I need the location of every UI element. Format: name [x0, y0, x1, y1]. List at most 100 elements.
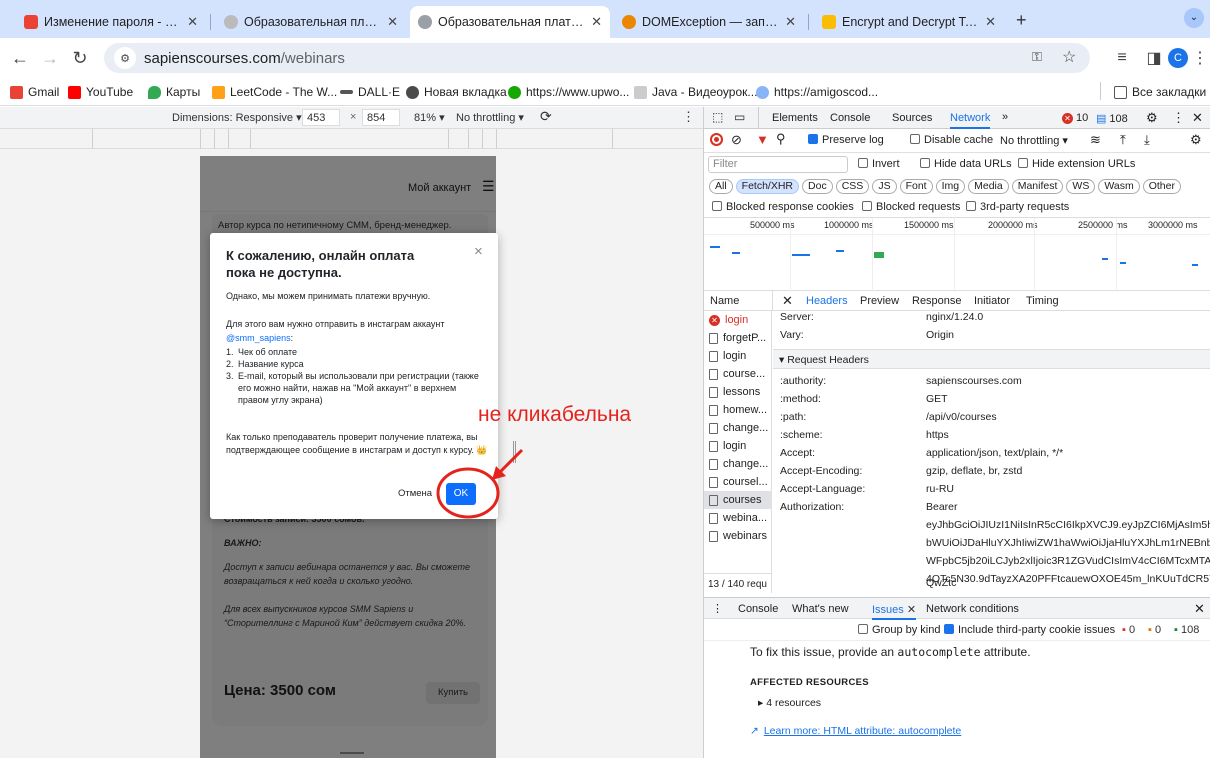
more-tabs-icon[interactable]: »: [1002, 111, 1008, 123]
inspect-element-icon[interactable]: ⬚: [712, 110, 723, 124]
bookmark-java[interactable]: Java - Видеоурок...: [634, 83, 757, 101]
blocked-requests-checkbox[interactable]: Blocked requests: [862, 201, 960, 213]
detail-tab-preview[interactable]: Preview: [860, 295, 899, 307]
side-panel-icon[interactable]: ◨: [1142, 46, 1166, 70]
close-tab-icon[interactable]: ✕: [591, 14, 602, 30]
device-width-input[interactable]: 453: [302, 109, 340, 126]
close-issues-icon[interactable]: ✕: [907, 604, 916, 616]
blocked-cookies-checkbox[interactable]: Blocked response cookies: [712, 201, 854, 213]
detail-tab-headers[interactable]: Headers: [806, 295, 848, 307]
bookmark-upwork[interactable]: https://www.upwo...: [508, 83, 629, 101]
detail-tab-timing[interactable]: Timing: [1026, 295, 1059, 307]
profile-avatar[interactable]: C: [1168, 48, 1188, 68]
bookmark-star-icon[interactable]: ☆: [1062, 47, 1076, 67]
all-bookmarks-folder[interactable]: Все закладки: [1114, 83, 1206, 101]
bookmark-youtube[interactable]: YouTube: [68, 83, 133, 101]
reload-icon[interactable]: ↻: [68, 46, 92, 70]
filter-css[interactable]: CSS: [835, 179, 870, 194]
filter-input[interactable]: Filter: [708, 156, 848, 173]
back-arrow-icon[interactable]: ←: [8, 46, 32, 70]
media-controls-icon[interactable]: ≡: [1110, 46, 1134, 70]
include-third-party-checkbox[interactable]: Include third-party cookie issues: [944, 624, 1115, 636]
tab-search-chevron-icon[interactable]: ⌄: [1184, 8, 1204, 28]
devtools-close-icon[interactable]: ✕: [1192, 110, 1203, 126]
tab-network[interactable]: Network: [950, 112, 991, 129]
filter-media[interactable]: Media: [968, 179, 1009, 194]
group-by-kind-checkbox[interactable]: Group by kind: [858, 624, 940, 636]
search-icon[interactable]: ⚲: [776, 131, 786, 147]
instagram-link[interactable]: @smm_sapiens: [226, 333, 291, 343]
preserve-log-checkbox[interactable]: Preserve log: [808, 134, 884, 146]
filter-all[interactable]: All: [709, 179, 733, 194]
close-details-icon[interactable]: ✕: [782, 293, 793, 309]
close-tab-icon[interactable]: ✕: [187, 14, 198, 30]
close-tab-icon[interactable]: ✕: [387, 14, 398, 30]
browser-tab-3-active[interactable]: Образовательная платформа ✕: [410, 6, 610, 38]
filter-js[interactable]: JS: [872, 179, 897, 194]
drawer-tab-whats-new[interactable]: What's new: [792, 603, 849, 615]
close-tab-icon[interactable]: ✕: [985, 14, 996, 30]
filter-manifest[interactable]: Manifest: [1011, 179, 1064, 194]
hide-data-urls-checkbox[interactable]: Hide data URLs: [920, 158, 1012, 170]
learn-more-link[interactable]: ↗ Learn more: HTML attribute: autocomplet…: [750, 725, 961, 737]
kebab-menu-icon[interactable]: ⋮: [1188, 46, 1210, 70]
device-toggle-icon[interactable]: ▭: [734, 110, 745, 124]
rotate-icon[interactable]: ⟳: [540, 108, 552, 125]
filter-other[interactable]: Other: [1142, 179, 1181, 194]
drawer-menu-icon[interactable]: ⋮: [712, 602, 723, 615]
filter-wasm[interactable]: Wasm: [1098, 179, 1140, 194]
tab-sources[interactable]: Sources: [892, 112, 932, 124]
clear-icon[interactable]: ⊘: [731, 132, 742, 148]
settings-gear-icon[interactable]: ⚙: [1146, 110, 1158, 126]
network-settings-icon[interactable]: ⚙: [1190, 132, 1202, 148]
modal-close-icon[interactable]: ×: [474, 243, 483, 260]
filter-doc[interactable]: Doc: [802, 179, 833, 194]
devtools-menu-icon[interactable]: ⋮: [1172, 110, 1185, 126]
bookmark-new-tab[interactable]: Новая вкладка: [406, 83, 507, 101]
request-headers-section[interactable]: ▾ Request Headers: [773, 349, 1210, 369]
address-bar[interactable]: ⚙ sapienscourses.com/webinars ⚿ ☆: [104, 43, 1090, 73]
message-count[interactable]: ▤ 108: [1096, 112, 1128, 126]
password-key-icon[interactable]: ⚿: [1032, 49, 1042, 65]
bookmark-leetcode[interactable]: LeetCode - The W...: [212, 83, 337, 101]
filter-ws[interactable]: WS: [1066, 179, 1096, 194]
close-tab-icon[interactable]: ✕: [785, 14, 796, 30]
filter-fetch-xhr[interactable]: Fetch/XHR: [735, 179, 800, 194]
device-more-icon[interactable]: ⋮: [682, 109, 695, 125]
dimensions-select[interactable]: Dimensions: Responsive ▾: [172, 111, 302, 124]
filter-font[interactable]: Font: [899, 179, 933, 194]
third-party-checkbox[interactable]: 3rd-party requests: [966, 201, 1069, 213]
throttle-select[interactable]: No throttling ▾: [456, 111, 524, 124]
filter-funnel-icon[interactable]: ▼: [756, 132, 769, 147]
error-count[interactable]: ✕ 10: [1062, 112, 1088, 124]
tab-elements[interactable]: Elements: [772, 112, 818, 124]
drawer-tab-console[interactable]: Console: [738, 603, 778, 615]
drawer-tab-network-conditions[interactable]: Network conditions: [926, 603, 1019, 615]
device-height-input[interactable]: 854: [362, 109, 400, 126]
drawer-tab-issues[interactable]: Issues ✕: [872, 603, 917, 620]
resources-toggle[interactable]: ▸ 4 resources: [758, 697, 821, 709]
hide-ext-urls-checkbox[interactable]: Hide extension URLs: [1018, 158, 1135, 170]
bookmark-amigoscode[interactable]: https://amigoscod...: [756, 83, 878, 101]
browser-tab-4[interactable]: DOMException — запрос play() ✕: [614, 6, 804, 38]
browser-tab-2[interactable]: Образовательная платформа ✕: [216, 6, 406, 38]
detail-tab-initiator[interactable]: Initiator: [974, 295, 1010, 307]
network-conditions-icon[interactable]: ≋: [1090, 132, 1101, 148]
bookmark-dalle[interactable]: DALL·E: [340, 83, 400, 101]
disable-cache-checkbox[interactable]: Disable cache: [910, 134, 993, 146]
browser-tab-1[interactable]: Изменение пароля - chynara ✕: [16, 6, 206, 38]
network-timeline[interactable]: 500000 ms 1000000 ms 1500000 ms 2000000 …: [704, 217, 1210, 292]
tab-console[interactable]: Console: [830, 112, 870, 124]
detail-tab-response[interactable]: Response: [912, 295, 962, 307]
new-tab-icon[interactable]: +: [1016, 10, 1027, 31]
export-har-icon[interactable]: ⤓: [1144, 132, 1150, 148]
import-har-icon[interactable]: ⤒: [1120, 132, 1126, 148]
site-info-icon[interactable]: ⚙: [114, 47, 136, 69]
browser-tab-5[interactable]: Encrypt and Decrypt Text Online ✕: [814, 6, 1004, 38]
drawer-close-icon[interactable]: ✕: [1194, 601, 1205, 617]
zoom-select[interactable]: 81% ▾: [414, 111, 445, 124]
bookmark-gmail[interactable]: Gmail: [10, 83, 59, 101]
record-stop-icon[interactable]: [710, 133, 723, 146]
forward-arrow-icon[interactable]: →: [38, 46, 62, 70]
throttling-select[interactable]: No throttling ▾: [1000, 134, 1068, 147]
